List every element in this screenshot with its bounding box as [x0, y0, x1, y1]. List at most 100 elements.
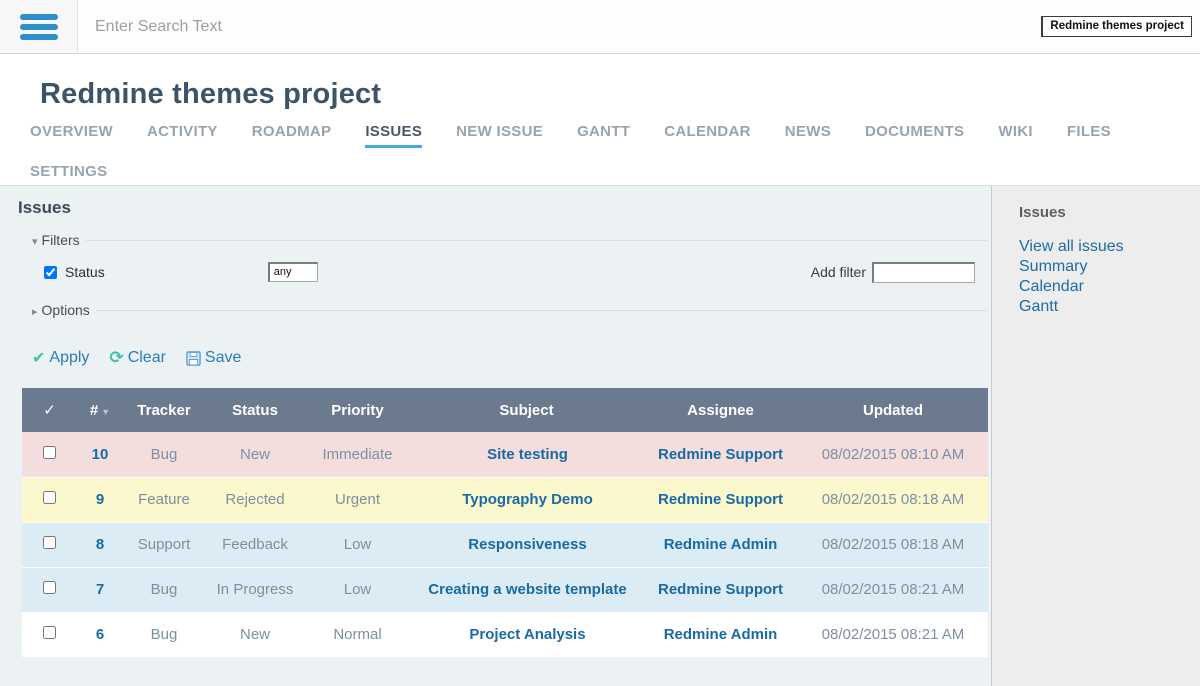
- row-checkbox[interactable]: [43, 491, 56, 504]
- sidebar-link-view-all-issues[interactable]: View all issues: [1019, 237, 1190, 257]
- issue-id-link[interactable]: 9: [96, 491, 104, 508]
- clear-refresh-icon: ⟳: [109, 350, 123, 366]
- assignee-link[interactable]: Redmine Admin: [664, 626, 778, 643]
- expand-triangle-icon: ▸: [32, 306, 38, 318]
- save-label: Save: [205, 349, 241, 367]
- table-header-row: ✓ #▼ Tracker Status Priority Subject Ass…: [22, 388, 988, 432]
- updated-cell: 08/02/2015 08:18 AM: [798, 522, 988, 567]
- subject-link[interactable]: Typography Demo: [462, 491, 593, 508]
- search-input[interactable]: [95, 18, 595, 36]
- tracker-cell: Feature: [123, 477, 205, 522]
- options-legend-label: Options: [42, 302, 90, 318]
- status-cell: Rejected: [205, 477, 305, 522]
- tab-roadmap[interactable]: ROADMAP: [252, 123, 332, 148]
- issue-id-link[interactable]: 10: [92, 446, 109, 463]
- priority-cell: Normal: [305, 612, 410, 657]
- collapse-triangle-icon: ▾: [32, 236, 38, 248]
- subject-column-header[interactable]: Subject: [410, 388, 643, 432]
- subject-link[interactable]: Responsiveness: [468, 536, 586, 553]
- id-column-header[interactable]: #▼: [77, 388, 123, 432]
- tab-overview[interactable]: OVERVIEW: [30, 123, 113, 148]
- select-all-header[interactable]: ✓: [22, 388, 77, 432]
- issues-table: ✓ #▼ Tracker Status Priority Subject Ass…: [22, 388, 988, 657]
- updated-cell: 08/02/2015 08:18 AM: [798, 477, 988, 522]
- subject-link[interactable]: Site testing: [487, 446, 568, 463]
- issue-id-link[interactable]: 7: [96, 581, 104, 598]
- assignee-column-header[interactable]: Assignee: [643, 388, 798, 432]
- updated-cell: 08/02/2015 08:21 AM: [798, 612, 988, 657]
- options-legend[interactable]: ▸ Options: [30, 302, 96, 318]
- sidebar: Issues View all issues Summary Calendar …: [991, 186, 1200, 686]
- tab-activity[interactable]: ACTIVITY: [147, 123, 218, 148]
- tab-wiki[interactable]: WIKI: [998, 123, 1033, 148]
- assignee-link[interactable]: Redmine Support: [658, 491, 783, 508]
- row-checkbox[interactable]: [43, 536, 56, 549]
- issues-heading: Issues: [18, 198, 991, 218]
- add-filter-select[interactable]: [872, 262, 975, 283]
- page: Redmine themes project Redmine themes pr…: [0, 0, 1200, 686]
- project-selector[interactable]: Redmine themes project: [1041, 16, 1192, 37]
- save-button[interactable]: Save: [186, 349, 241, 367]
- updated-cell: 08/02/2015 08:21 AM: [798, 567, 988, 612]
- tracker-cell: Support: [123, 522, 205, 567]
- priority-column-header[interactable]: Priority: [305, 388, 410, 432]
- tab-files[interactable]: FILES: [1067, 123, 1111, 148]
- topbar: Redmine themes project: [0, 0, 1200, 54]
- tab-documents[interactable]: DOCUMENTS: [865, 123, 964, 148]
- tab-gantt[interactable]: GANTT: [577, 123, 630, 148]
- main-panel: Issues ▾Filters Status any Add filter: [0, 186, 991, 686]
- table-row: 10 Bug New Immediate Site testing Redmin…: [22, 432, 988, 477]
- page-title: Redmine themes project: [40, 78, 1180, 111]
- subject-link[interactable]: Project Analysis: [469, 626, 585, 643]
- status-column-header[interactable]: Status: [205, 388, 305, 432]
- tab-settings[interactable]: SETTINGS: [30, 163, 107, 185]
- sidebar-link-summary[interactable]: Summary: [1019, 257, 1190, 277]
- table-row: 6 Bug New Normal Project Analysis Redmin…: [22, 612, 988, 657]
- filters-fieldset: ▾Filters Status any Add filter: [30, 232, 987, 284]
- table-row: 7 Bug In Progress Low Creating a website…: [22, 567, 988, 612]
- tab-calendar[interactable]: CALENDAR: [664, 123, 751, 148]
- table-row: 9 Feature Rejected Urgent Typography Dem…: [22, 477, 988, 522]
- hamburger-menu-button[interactable]: [0, 0, 78, 53]
- sort-desc-icon: ▼: [101, 407, 110, 417]
- subject-link[interactable]: Creating a website template: [428, 581, 626, 598]
- clear-label: Clear: [128, 349, 166, 367]
- hamburger-icon: [20, 14, 58, 40]
- add-filter-group: Add filter: [811, 262, 975, 283]
- table-row: 8 Support Feedback Low Responsiveness Re…: [22, 522, 988, 567]
- content: Issues ▾Filters Status any Add filter: [0, 185, 1200, 686]
- issue-id-link[interactable]: 8: [96, 536, 104, 553]
- sidebar-issues-heading: Issues: [1019, 204, 1190, 221]
- tracker-cell: Bug: [123, 432, 205, 477]
- filters-legend[interactable]: ▾Filters: [30, 232, 86, 248]
- tracker-column-header[interactable]: Tracker: [123, 388, 205, 432]
- tab-news[interactable]: NEWS: [785, 123, 831, 148]
- priority-cell: Low: [305, 522, 410, 567]
- tab-issues[interactable]: ISSUES: [365, 123, 422, 148]
- sidebar-link-calendar[interactable]: Calendar: [1019, 277, 1190, 297]
- priority-cell: Low: [305, 567, 410, 612]
- save-floppy-icon: [186, 351, 201, 366]
- project-nav-tabs: OVERVIEW ACTIVITY ROADMAP ISSUES NEW ISS…: [30, 123, 1130, 185]
- sidebar-link-gantt[interactable]: Gantt: [1019, 297, 1190, 317]
- status-filter-label: Status: [65, 264, 105, 280]
- status-filter-checkbox[interactable]: [44, 266, 57, 279]
- apply-button[interactable]: ✔ Apply: [32, 348, 89, 368]
- updated-column-header[interactable]: Updated: [798, 388, 988, 432]
- assignee-link[interactable]: Redmine Support: [658, 581, 783, 598]
- row-checkbox[interactable]: [43, 626, 56, 639]
- clear-button[interactable]: ⟳ Clear: [109, 349, 165, 367]
- issue-id-link[interactable]: 6: [96, 626, 104, 643]
- row-checkbox[interactable]: [43, 446, 56, 459]
- apply-label: Apply: [49, 349, 89, 367]
- add-filter-label: Add filter: [811, 264, 866, 280]
- tab-new-issue[interactable]: NEW ISSUE: [456, 123, 543, 148]
- tracker-cell: Bug: [123, 567, 205, 612]
- assignee-link[interactable]: Redmine Support: [658, 446, 783, 463]
- status-operator-select[interactable]: any: [268, 262, 318, 282]
- status-filter-row: Status any Add filter: [44, 260, 983, 284]
- assignee-link[interactable]: Redmine Admin: [664, 536, 778, 553]
- status-cell: In Progress: [205, 567, 305, 612]
- status-cell: Feedback: [205, 522, 305, 567]
- row-checkbox[interactable]: [43, 581, 56, 594]
